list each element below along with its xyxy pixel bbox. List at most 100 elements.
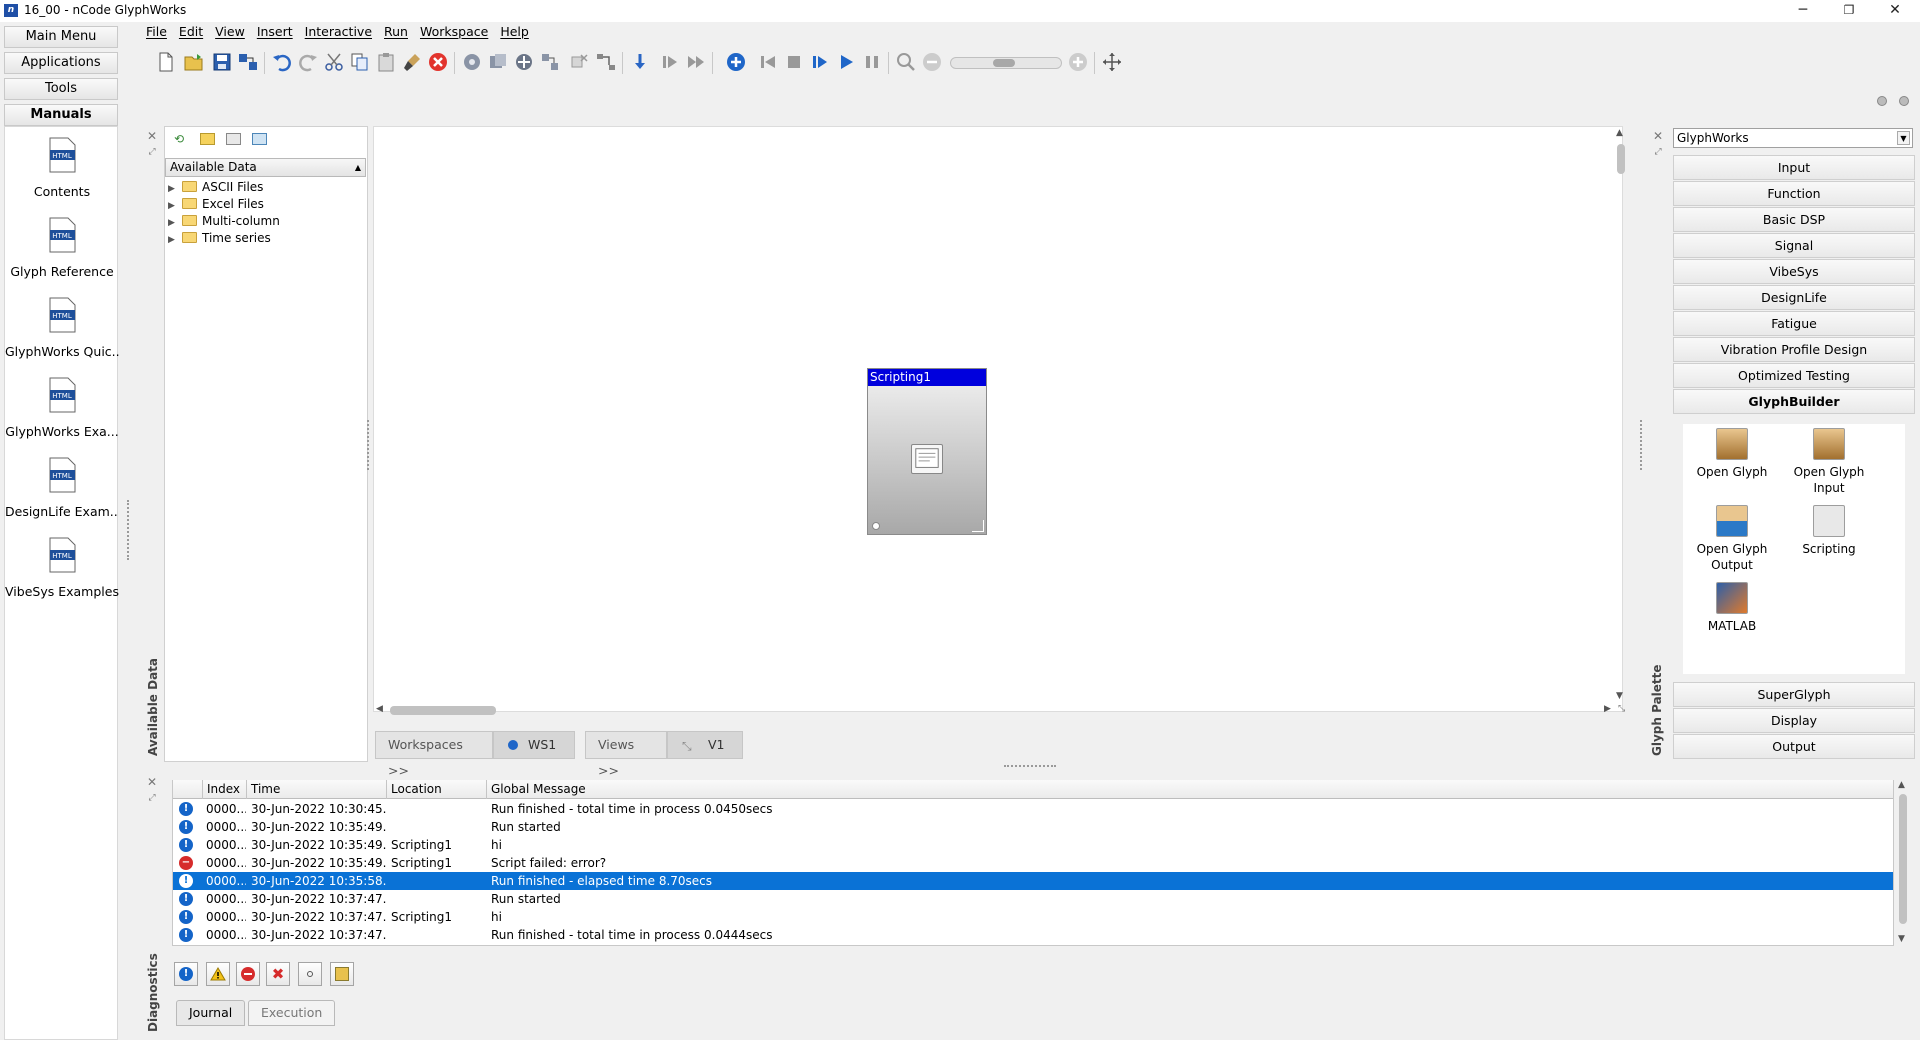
close-palette-icon[interactable]: ✕ [1652,130,1664,142]
canvas-vertical-scrollbar[interactable]: ▲ ▼ [1614,128,1628,704]
menu-view[interactable]: View [209,22,251,41]
palette-glyph-open-glyph-output[interactable]: Open Glyph Output [1682,505,1782,573]
clear-button[interactable]: ✖ [266,962,290,986]
menu-help[interactable]: Help [494,22,535,41]
manual-item-designlife-examples[interactable]: HTML DesignLife Exam... [5,451,119,525]
add-run-icon[interactable] [724,50,748,74]
filter-error-button[interactable] [236,962,260,986]
redo-icon[interactable] [296,50,320,74]
column-header-index[interactable]: Index [203,780,247,799]
scroll-thumb[interactable] [1617,144,1625,174]
glyph-copy-icon[interactable] [486,50,510,74]
scroll-down-icon[interactable]: ▼ [1898,934,1905,944]
copy-icon[interactable] [348,50,372,74]
palette-category-input[interactable]: Input [1673,155,1915,180]
scroll-left-icon[interactable]: ◀ [376,704,383,714]
tree-item-multi-column[interactable]: ▶ Multi-column [168,213,280,230]
scroll-up-icon[interactable]: ▲ [1898,780,1905,790]
palette-category-glyphbuilder[interactable]: GlyphBuilder [1673,389,1915,414]
zoom-slider[interactable] [950,57,1062,69]
ws1-tab[interactable]: WS1 [493,731,575,759]
journal-tab[interactable]: Journal [176,1000,246,1026]
zoom-in-icon[interactable] [1066,50,1090,74]
table-row[interactable]: −0000... 30-Jun-2022 10:35:49... Scripting… [173,854,1893,872]
palette-category-function[interactable]: Function [1673,181,1915,206]
new-icon[interactable] [154,50,178,74]
table-row[interactable]: ! 0000... 30-Jun-2022 10:37:47... Scripting… [173,908,1893,926]
restore-button[interactable]: ❐ [1826,0,1872,22]
skip-back-icon[interactable] [756,50,780,74]
menu-workspace[interactable]: Workspace [414,22,494,41]
fit-view-icon[interactable] [1100,50,1124,74]
data-browse-icon[interactable] [252,133,267,145]
run-step-icon[interactable] [808,50,832,74]
disconnect-icon[interactable] [568,50,592,74]
palette-glyph-matlab[interactable]: MATLAB [1682,582,1782,634]
scroll-right-icon[interactable]: ▶ [1604,704,1611,714]
column-header-icon[interactable] [173,780,203,799]
column-header-time[interactable]: Time [247,780,387,799]
zoom-out-icon[interactable] [920,50,944,74]
available-data-header[interactable]: Available Data ▲ [165,158,366,177]
glyph-settings-icon[interactable] [460,50,484,74]
workspaces-tab[interactable]: Workspaces >> [375,731,493,778]
manual-item-glyphworks-examples[interactable]: HTML GlyphWorks Exa... [5,371,119,445]
navigator-icon[interactable]: ⤡ [1618,704,1630,716]
zoom-slider-handle[interactable] [993,59,1015,67]
data-panel-splitter[interactable] [367,420,369,470]
expand-icon[interactable]: ▶ [168,232,182,249]
column-header-location[interactable]: Location [387,780,487,799]
palette-glyph-scripting[interactable]: Scripting [1779,505,1879,557]
cut-icon[interactable] [322,50,346,74]
table-row[interactable]: ! 0000... 30-Jun-2022 10:30:45... Run finis… [173,800,1893,818]
table-row[interactable]: ! 0000... 30-Jun-2022 10:35:49... Run start… [173,818,1893,836]
collapse-icon[interactable]: ▲ [355,159,361,176]
views-tab[interactable]: Views >> [585,731,667,778]
down-arrow-icon[interactable] [628,50,652,74]
scripting-glyph[interactable]: Scripting1 [867,368,987,535]
execution-tab[interactable]: Execution [248,1000,336,1026]
float-panel-icon[interactable]: ⤢ [146,146,158,158]
tree-item-ascii-files[interactable]: ▶ ASCII Files [168,179,263,196]
palette-category-basic-dsp[interactable]: Basic DSP [1673,207,1915,232]
palette-glyph-open-glyph-input[interactable]: Open Glyph Input [1779,428,1879,496]
options-button[interactable] [298,962,322,986]
table-row[interactable]: ! 0000... 30-Jun-2022 10:37:47... Run start… [173,890,1893,908]
tools-button[interactable]: Tools [4,78,118,100]
glyph-options-icon[interactable] [512,50,536,74]
manuals-button[interactable]: Manuals [4,104,118,126]
close-diagnostics-icon[interactable]: ✕ [146,776,158,788]
zoom-100-icon[interactable] [894,50,918,74]
brush-icon[interactable] [400,50,424,74]
table-row[interactable]: ! 0000... 30-Jun-2022 10:35:49... Scripting… [173,836,1893,854]
save-all-icon[interactable] [236,50,260,74]
palette-category-fatigue[interactable]: Fatigue [1673,311,1915,336]
palette-category-output[interactable]: Output [1673,734,1915,759]
left-splitter[interactable] [127,500,129,560]
table-row[interactable]: ! 0000... 30-Jun-2022 10:35:58... Run finis… [173,872,1893,890]
stop-icon[interactable] [782,50,806,74]
applications-button[interactable]: Applications [4,52,118,74]
palette-category-designlife[interactable]: DesignLife [1673,285,1915,310]
canvas-horizontal-scrollbar[interactable]: ◀ ▶ [376,703,1616,717]
export-button[interactable] [330,962,354,986]
palette-splitter[interactable] [1640,420,1642,470]
menu-interactive[interactable]: Interactive [299,22,378,41]
open-icon[interactable] [182,50,206,74]
menu-file[interactable]: File [140,22,173,41]
main-menu-button[interactable]: Main Menu [4,26,118,48]
palette-category-optimized-testing[interactable]: Optimized Testing [1673,363,1915,388]
column-header-message[interactable]: Global Message [487,780,1893,799]
tree-item-excel-files[interactable]: ▶ Excel Files [168,196,264,213]
table-row[interactable]: ! 0000... 30-Jun-2022 10:37:47... Run finis… [173,926,1893,944]
manual-item-glyph-reference[interactable]: HTML Glyph Reference [5,211,119,285]
stop-error-icon[interactable] [426,50,450,74]
menu-insert[interactable]: Insert [251,22,299,41]
scroll-thumb[interactable] [1899,794,1907,924]
menu-edit[interactable]: Edit [173,22,209,41]
palette-dropdown[interactable]: GlyphWorks ▼ [1673,128,1913,148]
glyph-resize-handle[interactable] [972,520,984,532]
palette-category-display[interactable]: Display [1673,708,1915,733]
scroll-up-icon[interactable]: ▲ [1616,128,1623,138]
fast-forward-icon[interactable] [684,50,708,74]
